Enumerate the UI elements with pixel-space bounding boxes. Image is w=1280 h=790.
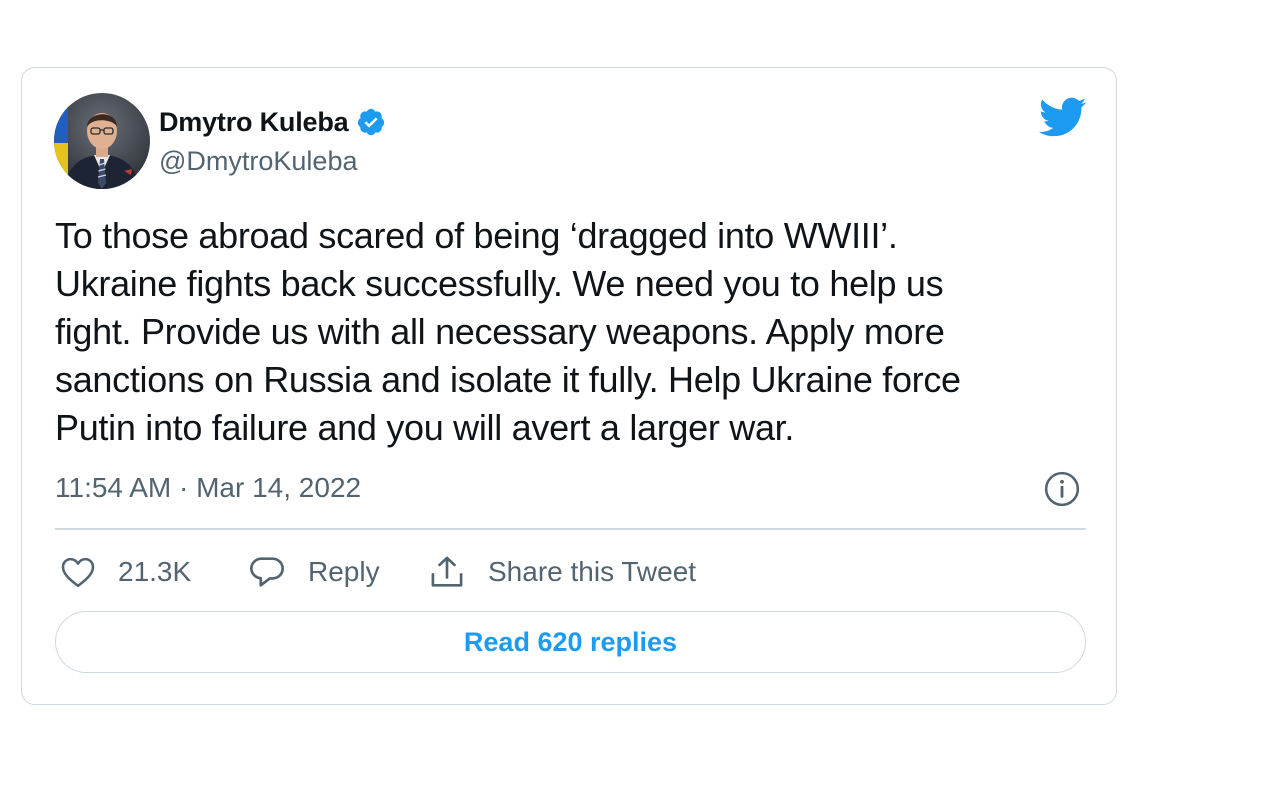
tweet-card: Dmytro Kuleba @DmytroKuleba To those abr… [21, 67, 1117, 705]
author-name[interactable]: Dmytro Kuleba [159, 107, 349, 138]
author-avatar[interactable] [54, 93, 150, 189]
tweet-text-line: fight. Provide us with all necessary wea… [55, 311, 945, 352]
tweet-text-line: Putin into failure and you will avert a … [55, 407, 795, 448]
reply-button[interactable]: Reply [248, 552, 380, 592]
tweet-timestamp[interactable]: 11:54 AM · Mar 14, 2022 [55, 472, 361, 504]
tweet-text: To those abroad scared of being ‘dragged… [55, 212, 1085, 452]
speech-bubble-icon [248, 554, 286, 590]
heart-icon [60, 555, 96, 589]
tweet-text-line: To those abroad scared of being ‘dragged… [55, 215, 898, 256]
twitter-bird-icon[interactable] [1037, 96, 1087, 138]
read-replies-button[interactable]: Read 620 replies [55, 611, 1086, 673]
author-handle[interactable]: @DmytroKuleba [159, 146, 357, 177]
avatar-image [54, 93, 150, 189]
info-icon[interactable] [1043, 470, 1081, 508]
like-button[interactable]: 21.3K [60, 552, 191, 592]
divider [55, 528, 1086, 530]
share-button[interactable]: Share this Tweet [428, 552, 696, 592]
share-label: Share this Tweet [488, 556, 697, 587]
verified-badge-icon [356, 107, 386, 137]
share-upload-icon [428, 554, 466, 590]
reply-label: Reply [308, 556, 380, 587]
like-count: 21.3K [118, 556, 192, 587]
author-name-row: Dmytro Kuleba [159, 104, 386, 140]
tweet-text-line: sanctions on Russia and isolate it fully… [55, 359, 961, 400]
tweet-text-line: Ukraine fights back successfully. We nee… [55, 263, 944, 304]
